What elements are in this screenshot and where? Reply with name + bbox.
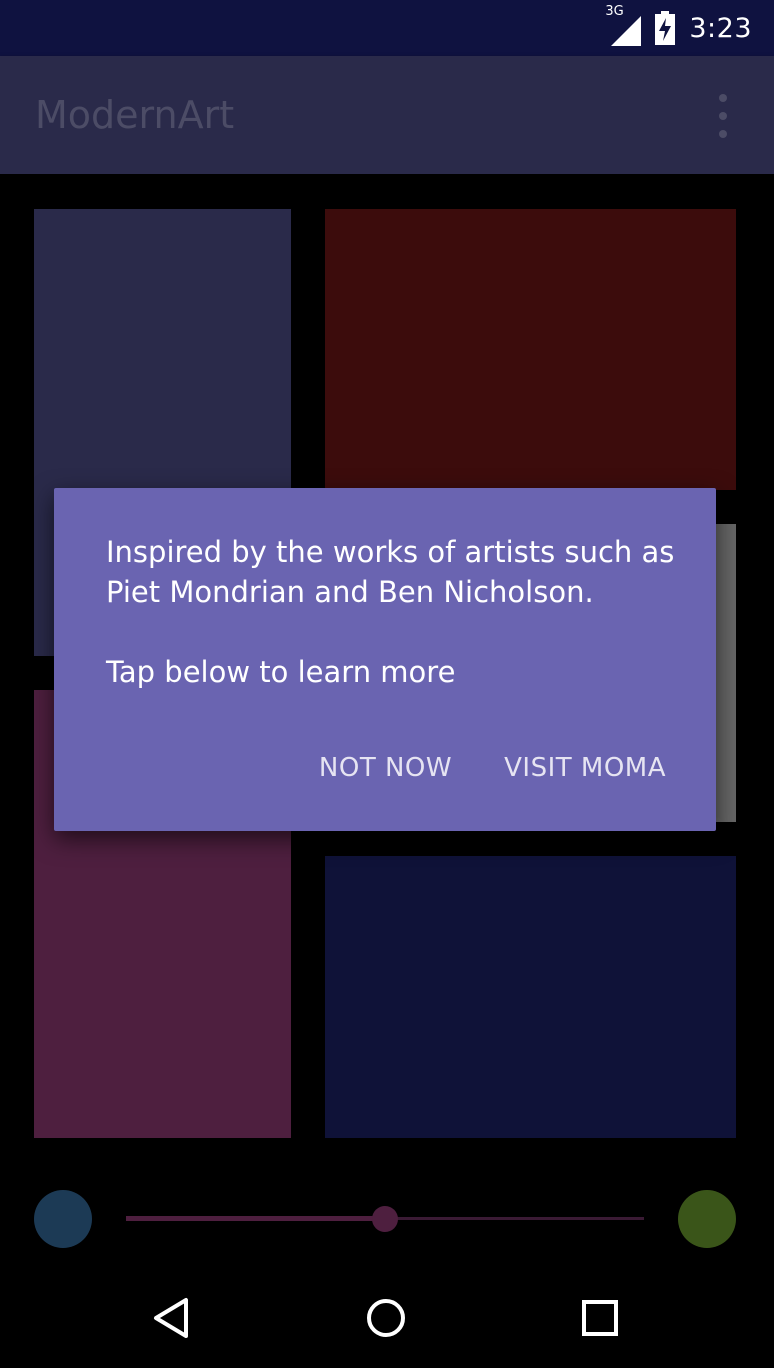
status-icons: 3G 3:23 — [605, 0, 752, 56]
home-circle-icon[interactable] — [364, 1296, 408, 1340]
battery-charging-icon — [655, 11, 676, 45]
back-triangle-icon[interactable] — [150, 1296, 194, 1340]
clock: 3:23 — [689, 12, 752, 44]
overflow-menu-icon[interactable] — [708, 94, 738, 138]
not-now-button[interactable]: NOT NOW — [319, 753, 452, 783]
slider-start-color-dot — [34, 1190, 92, 1248]
recents-square-icon[interactable] — [578, 1296, 622, 1340]
navigation-bar — [0, 1268, 774, 1368]
status-bar: 3G 3:23 — [0, 0, 774, 56]
dialog-actions: NOT NOW VISIT MOMA — [319, 753, 666, 783]
dialog-message-line2: Tap below to learn more — [106, 655, 456, 689]
dialog-message-line1: Inspired by the works of artists such as… — [106, 535, 675, 609]
app-title: ModernArt — [35, 93, 235, 137]
menu-dot — [719, 130, 727, 138]
art-block-top-right — [325, 209, 736, 490]
menu-dot — [719, 112, 727, 120]
color-slider-area — [0, 1160, 774, 1280]
menu-dot — [719, 94, 727, 102]
dialog-message: Inspired by the works of artists such as… — [106, 532, 686, 692]
slider-track-fill — [126, 1216, 385, 1221]
signal-icon: 3G — [605, 4, 642, 46]
app-bar: ModernArt — [0, 56, 774, 174]
art-block-bottom-right — [325, 856, 736, 1138]
info-dialog: Inspired by the works of artists such as… — [54, 488, 716, 831]
visit-moma-button[interactable]: VISIT MOMA — [504, 753, 666, 783]
slider-end-color-dot — [678, 1190, 736, 1248]
slider-thumb[interactable] — [372, 1206, 398, 1232]
